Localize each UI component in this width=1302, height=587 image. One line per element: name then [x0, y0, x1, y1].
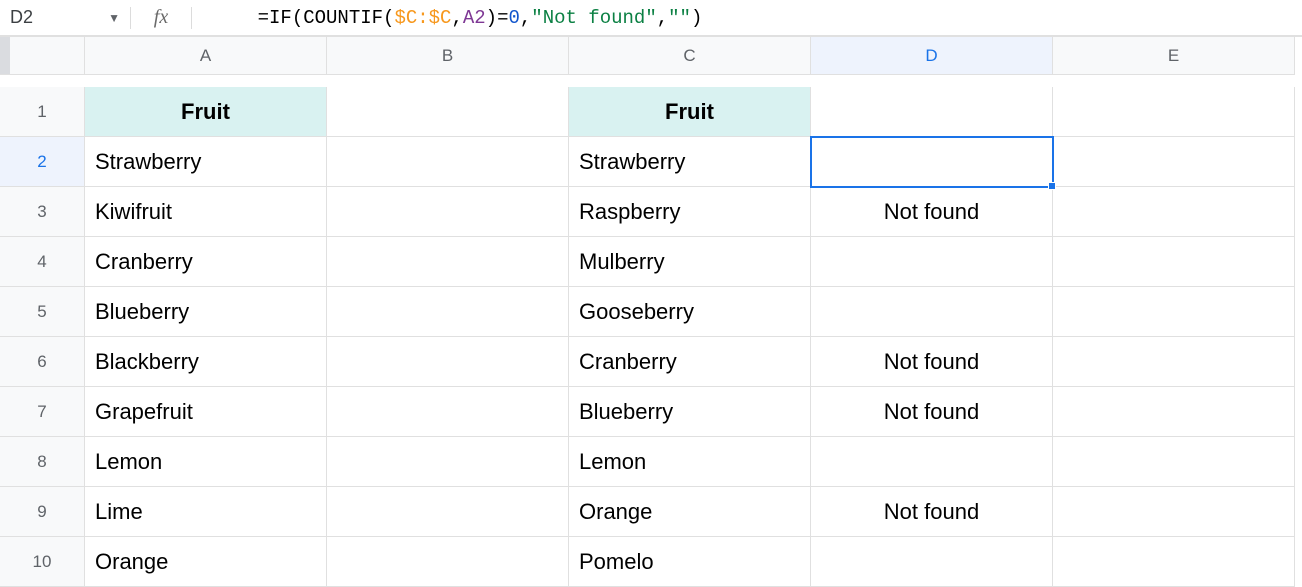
row-header-6[interactable]: 6	[0, 337, 85, 387]
col-header-E[interactable]: E	[1053, 37, 1295, 75]
formula-string: "Not found"	[531, 7, 656, 29]
col-header-C[interactable]: C	[569, 37, 811, 75]
cell-D2[interactable]	[811, 137, 1053, 187]
selection-handle[interactable]	[1048, 182, 1056, 190]
cell-D10[interactable]	[811, 537, 1053, 587]
cell-E7[interactable]	[1053, 387, 1295, 437]
cell-D1[interactable]	[811, 87, 1053, 137]
cell-D6[interactable]: Not found	[811, 337, 1053, 387]
cell-E1[interactable]	[1053, 87, 1295, 137]
cell-E9[interactable]	[1053, 487, 1295, 537]
row-header-3[interactable]: 3	[0, 187, 85, 237]
cell-D7[interactable]: Not found	[811, 387, 1053, 437]
row-header-5[interactable]: 5	[0, 287, 85, 337]
cell-B6[interactable]	[327, 337, 569, 387]
name-box[interactable]: D2 ▼	[0, 7, 130, 28]
cell-E6[interactable]	[1053, 337, 1295, 387]
cell-A6[interactable]: Blackberry	[85, 337, 327, 387]
cell-A9[interactable]: Lime	[85, 487, 327, 537]
fx-icon: fx	[131, 6, 191, 29]
chevron-down-icon[interactable]: ▼	[108, 11, 130, 25]
row-header-1[interactable]: 1	[0, 87, 85, 137]
cell-C9[interactable]: Orange	[569, 487, 811, 537]
cell-B2[interactable]	[327, 137, 569, 187]
cell-E10[interactable]	[1053, 537, 1295, 587]
cell-A8[interactable]: Lemon	[85, 437, 327, 487]
row-header-10[interactable]: 10	[0, 537, 85, 587]
cell-D5[interactable]	[811, 287, 1053, 337]
cell-E8[interactable]	[1053, 437, 1295, 487]
row-header-4[interactable]: 4	[0, 237, 85, 287]
cell-E2[interactable]	[1053, 137, 1295, 187]
formula-range: $C:$C	[394, 7, 451, 29]
select-all-corner[interactable]	[0, 37, 85, 75]
col-header-A[interactable]: A	[85, 37, 327, 75]
formula-token: )	[691, 7, 702, 29]
cell-B3[interactable]	[327, 187, 569, 237]
formula-token: =IF(COUNTIF(	[258, 7, 395, 29]
cell-C8[interactable]: Lemon	[569, 437, 811, 487]
cell-B9[interactable]	[327, 487, 569, 537]
col-header-D[interactable]: D	[811, 37, 1053, 75]
formula-token: ,	[520, 7, 531, 29]
cell-D9[interactable]: Not found	[811, 487, 1053, 537]
formula-token: )=	[486, 7, 509, 29]
cell-A7[interactable]: Grapefruit	[85, 387, 327, 437]
cell-E4[interactable]	[1053, 237, 1295, 287]
cell-C6[interactable]: Cranberry	[569, 337, 811, 387]
row-header-8[interactable]: 8	[0, 437, 85, 487]
formula-token: ,	[657, 7, 668, 29]
cell-E5[interactable]	[1053, 287, 1295, 337]
cell-C7[interactable]: Blueberry	[569, 387, 811, 437]
formula-ref: A2	[463, 7, 486, 29]
cell-C3[interactable]: Raspberry	[569, 187, 811, 237]
cell-A1[interactable]: Fruit	[85, 87, 327, 137]
row-header-9[interactable]: 9	[0, 487, 85, 537]
cell-B4[interactable]	[327, 237, 569, 287]
cell-C10[interactable]: Pomelo	[569, 537, 811, 587]
cell-D8[interactable]	[811, 437, 1053, 487]
row-header-2[interactable]: 2	[0, 137, 85, 187]
cell-A4[interactable]: Cranberry	[85, 237, 327, 287]
cell-B5[interactable]	[327, 287, 569, 337]
cell-A5[interactable]: Blueberry	[85, 287, 327, 337]
spreadsheet-grid[interactable]: A B C D E 1 Fruit Fruit 2 Strawberry Str…	[0, 36, 1302, 587]
cell-C4[interactable]: Mulberry	[569, 237, 811, 287]
cell-E3[interactable]	[1053, 187, 1295, 237]
cell-B1[interactable]	[327, 87, 569, 137]
cell-A3[interactable]: Kiwifruit	[85, 187, 327, 237]
name-box-value: D2	[10, 7, 33, 28]
formula-bar: D2 ▼ fx =IF(COUNTIF($C:$C,A2)=0,"Not fou…	[0, 0, 1302, 36]
formula-number: 0	[508, 7, 519, 29]
cell-B10[interactable]	[327, 537, 569, 587]
cell-A10[interactable]: Orange	[85, 537, 327, 587]
row-header-7[interactable]: 7	[0, 387, 85, 437]
cell-D3[interactable]: Not found	[811, 187, 1053, 237]
cell-C2[interactable]: Strawberry	[569, 137, 811, 187]
col-header-B[interactable]: B	[327, 37, 569, 75]
cell-D4[interactable]	[811, 237, 1053, 287]
cell-B7[interactable]	[327, 387, 569, 437]
formula-token: ,	[451, 7, 462, 29]
cell-A2[interactable]: Strawberry	[85, 137, 327, 187]
formula-string: ""	[668, 7, 691, 29]
cell-C5[interactable]: Gooseberry	[569, 287, 811, 337]
cell-B8[interactable]	[327, 437, 569, 487]
cell-C1[interactable]: Fruit	[569, 87, 811, 137]
